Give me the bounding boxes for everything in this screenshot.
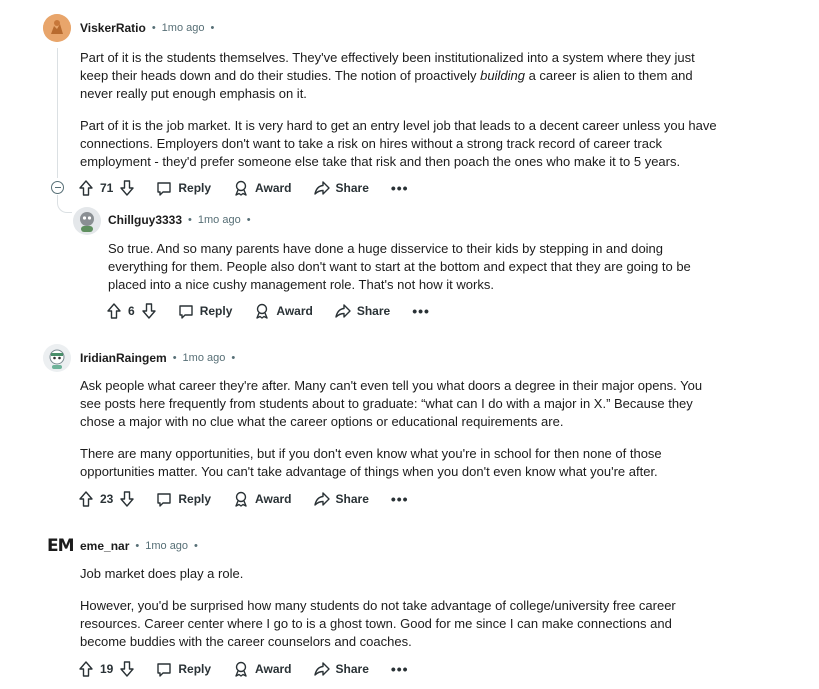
action-bar: 71 Reply Award Share ••• xyxy=(79,177,431,199)
more-icon[interactable]: ••• xyxy=(412,303,430,319)
reply-icon xyxy=(178,304,193,319)
reply-icon xyxy=(157,181,172,196)
paragraph: So true. And so many parents have done a… xyxy=(108,241,691,292)
separator: • xyxy=(194,540,198,552)
share-button[interactable]: Share xyxy=(313,492,369,506)
share-icon xyxy=(313,492,330,506)
award-icon xyxy=(235,491,247,507)
username[interactable]: Chillguy3333 xyxy=(108,213,182,227)
avatar[interactable] xyxy=(43,344,71,372)
award-button[interactable]: Award xyxy=(233,491,292,507)
award-icon xyxy=(235,661,247,677)
comment-body: Ask people what career they're after. Ma… xyxy=(80,377,720,495)
timestamp[interactable]: 1mo ago xyxy=(198,214,241,226)
username[interactable]: IridianRaingem xyxy=(80,351,167,365)
more-icon[interactable]: ••• xyxy=(391,491,409,507)
reply-button[interactable]: Reply xyxy=(178,304,232,319)
collapse-icon[interactable] xyxy=(51,181,64,194)
reply-button[interactable]: Reply xyxy=(156,662,211,677)
award-button[interactable]: Award xyxy=(233,661,292,677)
vote-count: 23 xyxy=(100,492,114,506)
separator: • xyxy=(172,352,177,364)
action-bar: 19 Reply Award Share ••• xyxy=(79,658,431,680)
separator: • xyxy=(188,214,192,226)
downvote-icon[interactable] xyxy=(120,661,135,677)
paragraph: There are many opportunities, but if you… xyxy=(80,446,662,479)
more-icon[interactable]: ••• xyxy=(391,180,409,196)
paragraph: Part of it is the students themselves. T… xyxy=(80,50,695,101)
timestamp[interactable]: 1mo ago xyxy=(162,22,205,34)
separator: • xyxy=(151,22,156,34)
paragraph: Part of it is the job market. It is very… xyxy=(80,118,717,169)
reply-icon xyxy=(157,492,172,507)
award-icon xyxy=(256,303,269,319)
action-bar: 23 Reply Award Share ••• xyxy=(79,488,431,510)
vote-control: 71 xyxy=(79,180,135,196)
share-button[interactable]: Share xyxy=(335,304,390,318)
avatar[interactable] xyxy=(43,14,71,42)
award-icon xyxy=(235,180,247,196)
username[interactable]: ViskerRatio xyxy=(80,21,146,35)
paragraph: However, you'd be surprised how many stu… xyxy=(80,598,676,649)
separator: • xyxy=(246,214,251,226)
more-icon[interactable]: ••• xyxy=(391,661,409,677)
avatar[interactable]: EM xyxy=(47,536,75,556)
vote-control: 6 xyxy=(107,303,156,319)
share-button[interactable]: Share xyxy=(313,181,369,195)
vote-control: 23 xyxy=(79,491,135,507)
reply-icon xyxy=(157,662,172,677)
vote-count: 19 xyxy=(100,662,114,676)
downvote-icon[interactable] xyxy=(141,303,156,319)
share-button[interactable]: Share xyxy=(313,662,369,676)
vote-count: 71 xyxy=(100,181,114,195)
comment-body: Job market does play a role. However, yo… xyxy=(80,565,695,665)
upvote-icon[interactable] xyxy=(79,180,93,196)
comment-body: So true. And so many parents have done a… xyxy=(108,240,708,308)
separator: • xyxy=(210,22,215,34)
upvote-icon[interactable] xyxy=(79,491,93,507)
reply-button[interactable]: Reply xyxy=(156,492,211,507)
timestamp[interactable]: 1mo ago xyxy=(183,352,226,364)
reply-button[interactable]: Reply xyxy=(156,181,211,196)
action-bar: 6 Reply Award Share ••• xyxy=(107,300,452,322)
upvote-icon[interactable] xyxy=(79,661,93,677)
vote-control: 19 xyxy=(79,661,135,677)
paragraph: Ask people what career they're after. Ma… xyxy=(80,378,703,429)
award-button[interactable]: Award xyxy=(233,180,292,196)
avatar[interactable] xyxy=(73,207,101,235)
share-icon xyxy=(335,304,351,318)
downvote-icon[interactable] xyxy=(120,491,135,507)
award-button[interactable]: Award xyxy=(254,303,313,319)
share-icon xyxy=(313,181,330,195)
paragraph: Job market does play a role. xyxy=(80,566,244,581)
thread-elbow xyxy=(57,195,72,213)
separator: • xyxy=(231,352,236,364)
upvote-icon[interactable] xyxy=(107,303,121,319)
comment-body: Part of it is the students themselves. T… xyxy=(80,49,720,185)
separator: • xyxy=(135,540,140,552)
timestamp[interactable]: 1mo ago xyxy=(145,540,188,552)
vote-count: 6 xyxy=(128,304,135,318)
username[interactable]: eme_nar xyxy=(80,539,129,553)
downvote-icon[interactable] xyxy=(120,180,135,196)
share-icon xyxy=(313,662,330,676)
thread-line[interactable] xyxy=(57,48,58,178)
